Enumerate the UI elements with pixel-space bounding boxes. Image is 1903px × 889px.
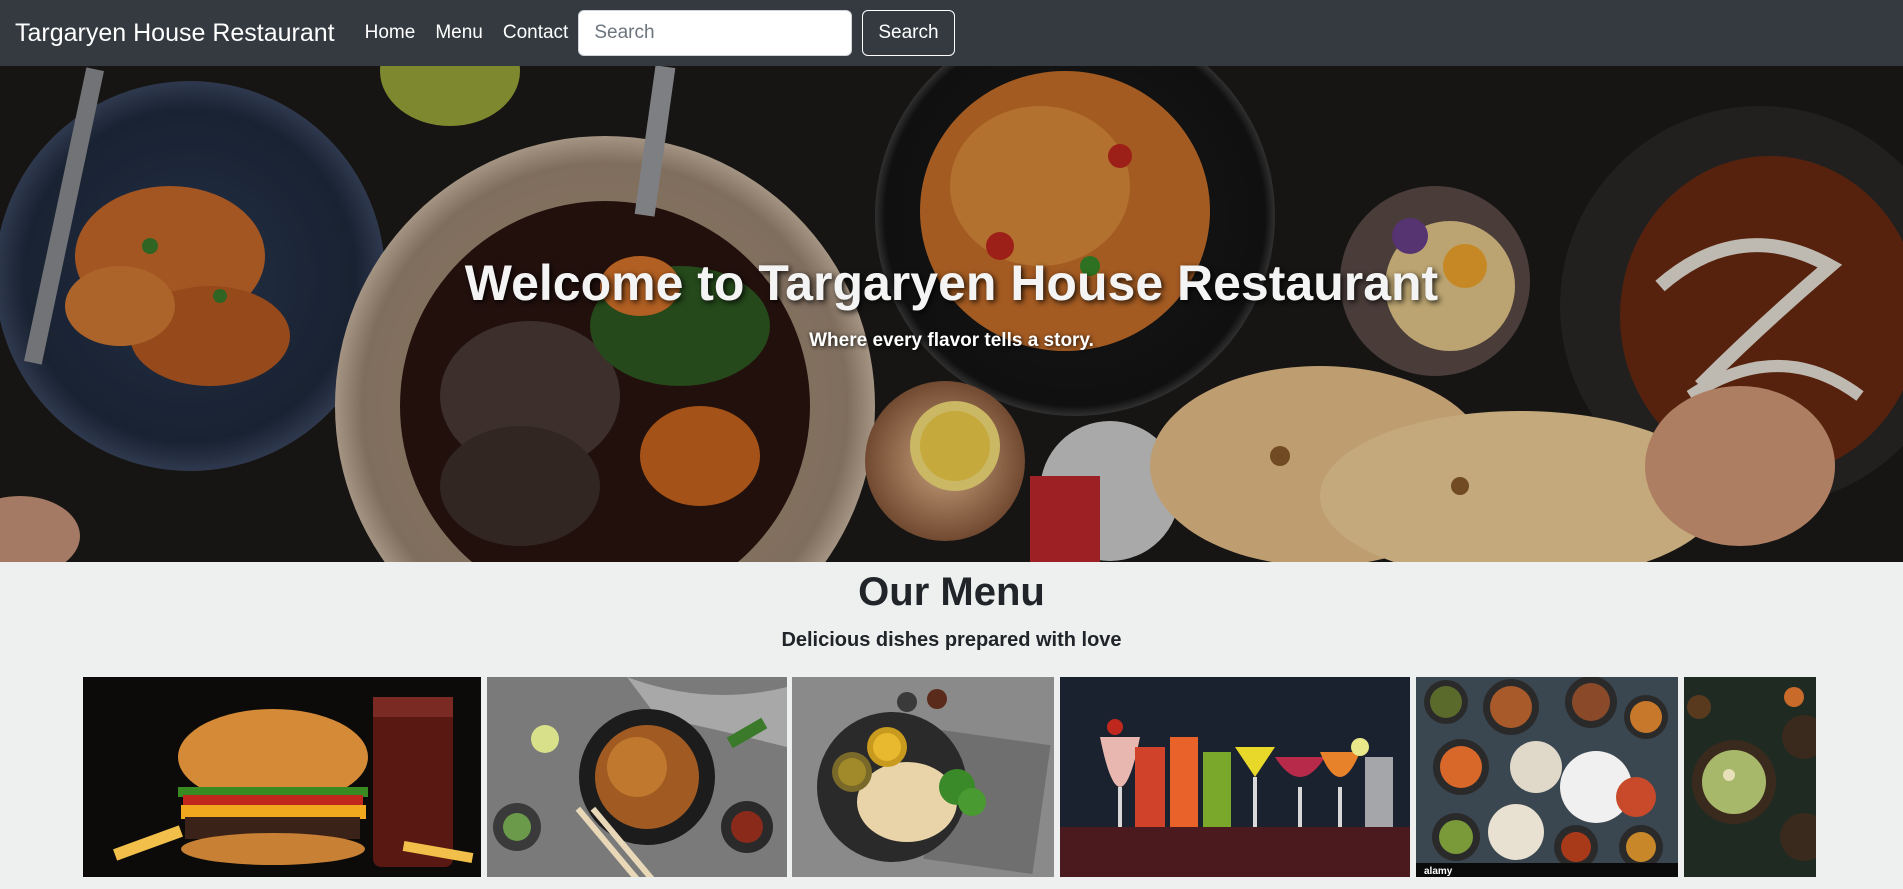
spread-of-dishes-icon: alamy: [1416, 677, 1678, 877]
menu-subtitle: Delicious dishes prepared with love: [781, 629, 1122, 651]
menu-image-strip: alamy: [83, 677, 1818, 877]
menu-image-burger[interactable]: [83, 677, 481, 877]
menu-image-noodles[interactable]: [487, 677, 787, 877]
nav-links: Home Menu Contact: [365, 22, 579, 44]
hero-overlay: [0, 66, 1903, 562]
nav-link-home[interactable]: Home: [365, 22, 416, 44]
hero-subtitle: Where every flavor tells a story.: [809, 330, 1094, 351]
menu-image-soup[interactable]: [1684, 677, 1816, 877]
search-button[interactable]: Search: [862, 10, 955, 56]
soup-bowl-icon: [1684, 677, 1816, 877]
flatbread-dips-icon: [792, 677, 1054, 877]
burger-fries-icon: [83, 677, 481, 877]
brand-link[interactable]: Targaryen House Restaurant: [15, 19, 335, 48]
hero-title: Welcome to Targaryen House Restaurant: [464, 255, 1439, 311]
menu-image-spread[interactable]: alamy: [1416, 677, 1678, 877]
menu-title: Our Menu: [858, 570, 1045, 614]
nav-link-menu[interactable]: Menu: [435, 22, 483, 44]
nav-link-contact[interactable]: Contact: [503, 22, 568, 44]
top-navbar: Targaryen House Restaurant Home Menu Con…: [0, 0, 1903, 66]
menu-section: Our Menu Delicious dishes prepared with …: [0, 562, 1903, 889]
menu-image-cocktails[interactable]: [1060, 677, 1410, 877]
menu-image-flatbread[interactable]: [792, 677, 1054, 877]
search-input[interactable]: [578, 10, 853, 56]
hero-banner: Welcome to Targaryen House Restaurant Wh…: [0, 66, 1903, 562]
noodles-bowl-icon: [487, 677, 787, 877]
watermark-text: alamy: [1424, 866, 1453, 877]
cocktails-icon: [1060, 677, 1410, 877]
